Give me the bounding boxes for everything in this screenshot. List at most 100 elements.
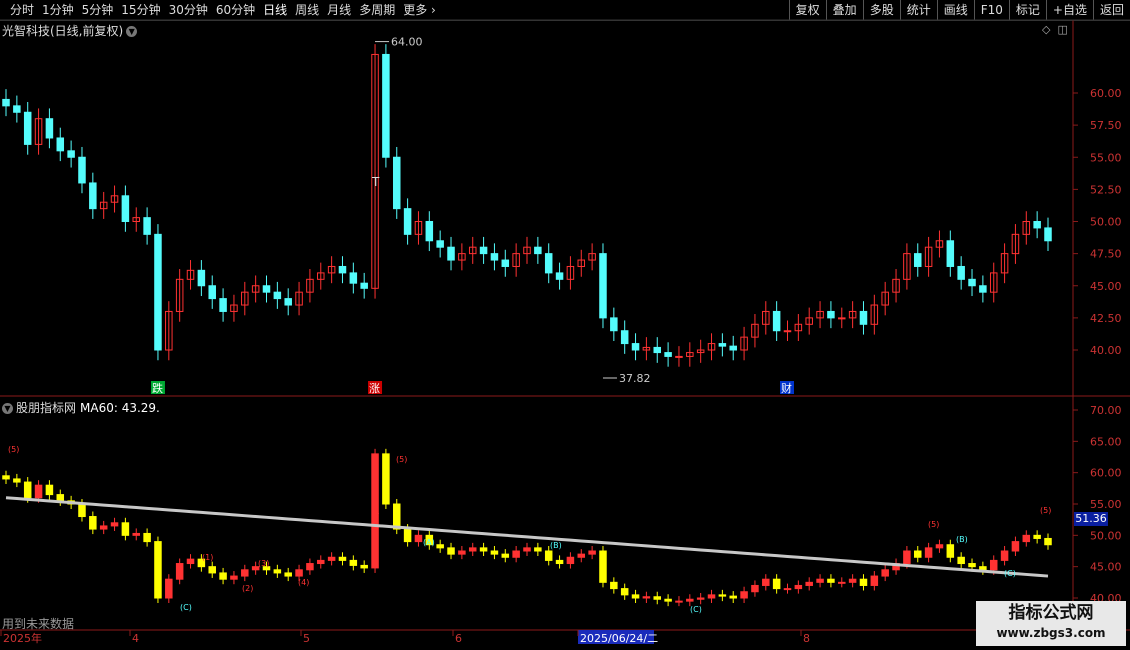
ind-body [870,575,879,586]
ind-body [577,553,586,558]
watermark: 指标公式网 www.zbgs3.com [976,601,1126,646]
candle-body [501,259,510,267]
candle-body [968,278,976,287]
candle-body [772,310,781,332]
candle-body [436,240,444,248]
candle-body [338,265,347,274]
candle-body [479,246,488,255]
ind-body [2,475,10,480]
kline-chart[interactable]: 60.00 57.50 55.00 52.50 50.00 47.50 45.00 42.50… [0,0,1130,650]
candle-body [284,298,292,306]
wave-label: (4) [298,578,309,587]
ind-body [458,550,466,555]
candle-body [718,343,727,347]
candle-body [273,291,282,300]
future-data-note: 用到未来数据 [2,617,75,631]
candle-body [208,285,216,300]
wave-label: (1) [202,553,213,562]
ind-body [132,532,141,536]
wave-label: T [373,512,379,521]
ind-body [295,569,303,577]
ind-body [772,578,781,590]
ind-body [208,566,216,574]
ytick-label: 45.00 [1090,561,1122,574]
candle-body [78,156,86,184]
candle-body [664,352,672,357]
ind-body [414,534,423,543]
wave-label: (C) [690,605,702,614]
candle-body [631,343,640,351]
watermark-title: 指标公式网 [1008,603,1094,623]
ind-body [479,547,488,552]
ind-body [1011,541,1020,552]
ind-body [284,572,292,577]
candle-body [403,208,412,235]
ind-body [186,558,195,565]
ind-body [143,532,151,543]
ind-body [317,559,325,565]
ind-body [230,575,238,580]
ind-body [924,547,933,558]
wave-label: (5) [1040,506,1051,515]
ind-body [903,550,911,565]
candle-body [89,182,97,210]
ind-body [371,453,379,569]
watermark-url: www.zbgs3.com [996,626,1106,640]
candle-body [957,265,965,280]
candle-body [1033,221,1041,229]
ind-body [946,544,955,558]
candle-body [979,285,987,293]
low-label: 37.82 [619,372,651,385]
ind-body [273,569,282,574]
high-label: 64.00 [391,36,423,49]
ind-body [968,563,976,568]
ma60-line [5,496,1049,578]
ind-body [935,544,944,549]
ind-body [881,569,889,577]
ind-body [219,572,227,580]
candle-body [219,298,227,312]
ind-body [382,453,390,505]
candle-body [1044,227,1052,242]
candle-body [121,195,130,223]
ind-body [360,564,368,569]
candle-body [360,282,368,289]
candle-body [13,105,21,113]
xaxis-label: 5 [303,632,310,645]
ind-body [631,594,640,599]
wave-label: (C) [180,603,192,612]
ind-body [338,556,347,561]
candle-body [349,272,358,284]
candle-body [425,221,434,242]
event-marker: 涨 [369,382,380,395]
ytick-label: 45.00 [1090,280,1122,293]
candle-body [382,53,390,158]
candle-body [827,310,835,319]
ind-body [45,484,54,496]
ind-body [241,569,249,577]
ind-body [675,600,683,603]
candle-body [262,285,271,293]
ind-body [78,503,86,518]
candle-body [610,317,618,332]
candle-body [56,137,65,152]
ind-body [349,559,358,566]
ind-body [23,481,32,499]
ind-body [1033,534,1041,539]
ytick-label: 50.00 [1090,529,1122,542]
ind-body [392,503,401,530]
ind-body [838,581,846,584]
ind-body [436,544,444,549]
candle-body [67,150,75,158]
event-marker: 跌 [152,381,163,395]
ind-body [89,516,97,530]
ytick-label: 65.00 [1090,435,1122,448]
candle-body [23,111,32,145]
ind-body [110,522,119,527]
ind-body [751,584,759,593]
ind-body [816,578,824,583]
ind-body [599,550,607,583]
ind-body [1044,537,1052,546]
ind-body [99,525,108,530]
ytick-label: 42.50 [1090,312,1122,325]
